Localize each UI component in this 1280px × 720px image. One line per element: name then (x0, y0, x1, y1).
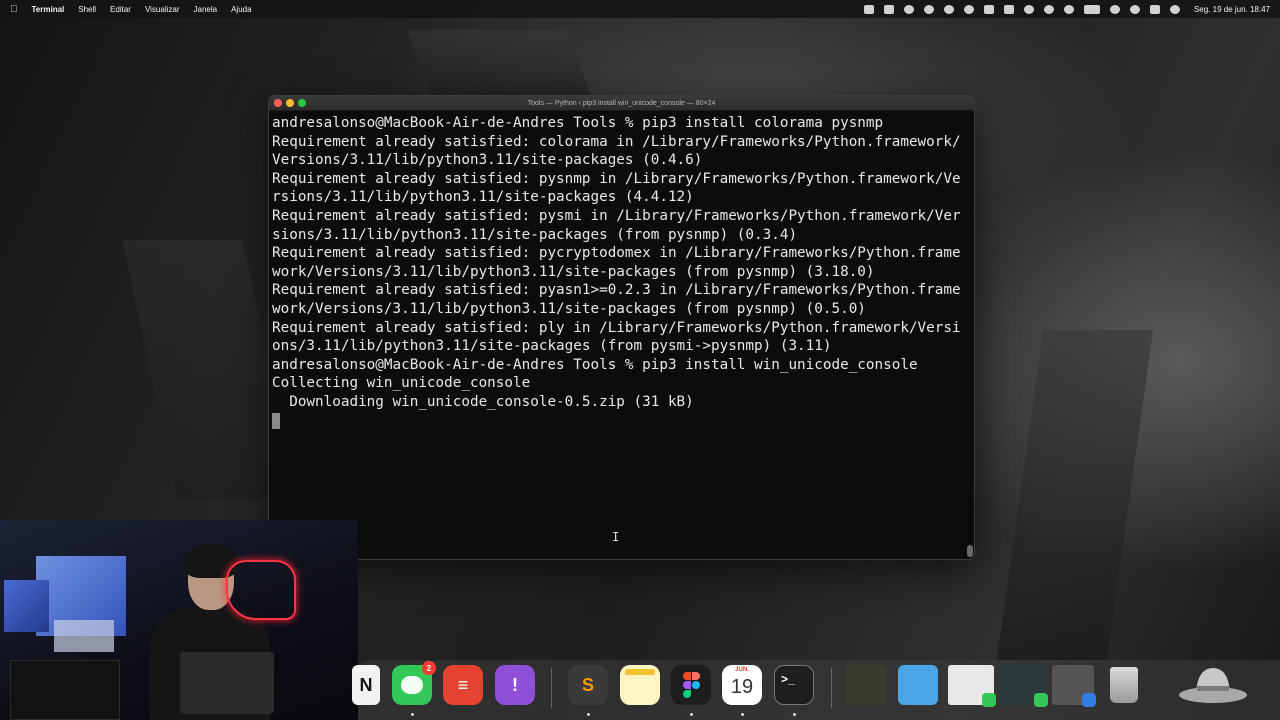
window-controls (274, 99, 306, 107)
apple-menu-icon[interactable]:  (10, 4, 18, 15)
terminal-line: andresalonso@MacBook-Air-de-Andres Tools… (272, 115, 884, 131)
terminal-line: Requirement already satisfied: pysnmp in… (272, 170, 961, 187)
wifi-icon[interactable] (1109, 4, 1120, 14)
terminal-line: work/Versions/3.11/lib/python3.11/site-p… (272, 300, 866, 317)
presenter-laptop (180, 652, 274, 714)
messages-window-thumbnail-icon[interactable] (948, 665, 996, 707)
sublime-text-icon[interactable]: S (568, 665, 608, 705)
wall-poster (4, 580, 49, 632)
record-icon[interactable] (1063, 4, 1074, 14)
status-area: Seg. 19 de jun. 18:47 (863, 4, 1270, 14)
wallpaper-building (996, 330, 1154, 660)
desk-lamp (54, 620, 114, 652)
terminal-titlebar[interactable]: Tools — Python ‹ pip3 install win_unicod… (269, 96, 974, 111)
search-icon[interactable] (1129, 4, 1140, 14)
brightness-icon[interactable] (963, 4, 974, 14)
speakerdeck-icon[interactable]: ! (495, 665, 535, 705)
terminal-line: Downloading win_unicode_console-0.5.zip … (272, 393, 694, 410)
siri-icon[interactable] (1169, 4, 1180, 14)
terminal-cursor (272, 412, 280, 429)
scrollbar-thumb[interactable] (967, 545, 973, 557)
terminal-line: Requirement already satisfied: pyasn1>=0… (272, 282, 961, 299)
terminal-output[interactable]: andresalonso@MacBook-Air-de-Andres Tools… (269, 111, 974, 430)
running-indicator (411, 713, 414, 716)
menu-clock[interactable]: Seg. 19 de jun. 18:47 (1194, 5, 1270, 14)
trash-icon[interactable] (1104, 665, 1144, 705)
display-icon[interactable] (983, 4, 994, 14)
dock-separator (551, 668, 552, 708)
notion-icon[interactable]: N (352, 665, 380, 705)
menu-janela[interactable]: Janela (194, 5, 218, 14)
calendar-day: 19 (730, 676, 754, 698)
dock: N 2 ≡ ! S JUN. 19 >_ (352, 660, 1280, 720)
airplay-icon[interactable] (1043, 4, 1054, 14)
terminal-cursor-line (272, 412, 974, 431)
terminal-line: andresalonso@MacBook-Air-de-Andres Tools… (272, 356, 918, 373)
notes-app-icon[interactable] (620, 665, 660, 705)
running-indicator (690, 713, 693, 716)
calendar-icon[interactable]: JUN. 19 (722, 665, 762, 705)
terminal-line: work/Versions/3.11/lib/python3.11/site-p… (272, 263, 875, 280)
terminal-line: rsions/3.11/lib/python3.11/site-packages… (272, 189, 694, 206)
terminal-line: sions/3.11/lib/python3.11/site-packages … (272, 226, 798, 243)
bold-b-icon[interactable] (863, 4, 874, 14)
terminal-line: Requirement already satisfied: colorama … (272, 133, 961, 150)
figma-icon[interactable] (671, 665, 711, 705)
terminal-line: Requirement already satisfied: pysmi in … (272, 207, 961, 224)
menu-ajuda[interactable]: Ajuda (231, 5, 251, 14)
hat-logo-icon (1179, 668, 1247, 703)
terminal-scrollbar[interactable] (967, 112, 973, 557)
privacy-icon[interactable] (943, 4, 954, 14)
control-center-icon[interactable] (1003, 4, 1014, 14)
messages-badge: 2 (422, 661, 436, 675)
bluetooth-icon[interactable] (1023, 4, 1034, 14)
control-center-toggle-icon[interactable] (1149, 4, 1160, 14)
running-indicator (793, 713, 796, 716)
minimize-window-button[interactable] (286, 99, 294, 107)
notes-icon[interactable] (883, 4, 894, 14)
folder-icon[interactable] (898, 665, 938, 705)
todoist-icon[interactable]: ≡ (443, 665, 483, 705)
terminal-line: Requirement already satisfied: pycryptod… (272, 245, 961, 262)
terminal-line: Versions/3.11/lib/python3.11/site-packag… (272, 152, 703, 169)
running-indicator (741, 713, 744, 716)
terminal-line: Collecting win_unicode_console (272, 375, 531, 392)
screen-window-thumbnail-icon[interactable] (1000, 665, 1048, 707)
close-window-button[interactable] (274, 99, 282, 107)
webcam-overlay (0, 520, 358, 720)
wallpaper-building (407, 30, 593, 100)
battery-icon[interactable] (1083, 4, 1100, 14)
neon-hat-sign (226, 560, 296, 620)
terminal-window[interactable]: Tools — Python ‹ pip3 install win_unicod… (268, 95, 975, 560)
window-title: Tools — Python ‹ pip3 install win_unicod… (527, 99, 716, 107)
menu-shell[interactable]: Shell (78, 5, 96, 14)
maximize-window-button[interactable] (298, 99, 306, 107)
recent-window-thumbnail-icon[interactable] (846, 665, 886, 705)
terminal-prompt-glyph: >_ (781, 672, 795, 686)
menu-visualizar[interactable]: Visualizar (145, 5, 180, 14)
ibeam-cursor-icon: I (612, 530, 620, 544)
desk-monitor (10, 660, 120, 720)
finder-window-thumbnail-icon[interactable] (1052, 665, 1096, 707)
dock-separator (831, 668, 832, 708)
running-indicator (587, 713, 590, 716)
calendar-month: JUN. (735, 667, 749, 673)
terminal-app-icon[interactable]: >_ (774, 665, 814, 705)
menu-editar[interactable]: Editar (110, 5, 131, 14)
menu-app-terminal[interactable]: Terminal (32, 5, 65, 14)
messages-icon[interactable]: 2 (392, 661, 436, 705)
pen-icon[interactable] (903, 4, 914, 14)
terminal-line: Requirement already satisfied: ply in /L… (272, 319, 961, 336)
creative-cloud-icon[interactable] (923, 4, 934, 14)
terminal-line: ons/3.11/lib/python3.11/site-packages (f… (272, 338, 832, 355)
menu-bar:  Terminal Shell Editar Visualizar Janel… (0, 0, 1280, 18)
